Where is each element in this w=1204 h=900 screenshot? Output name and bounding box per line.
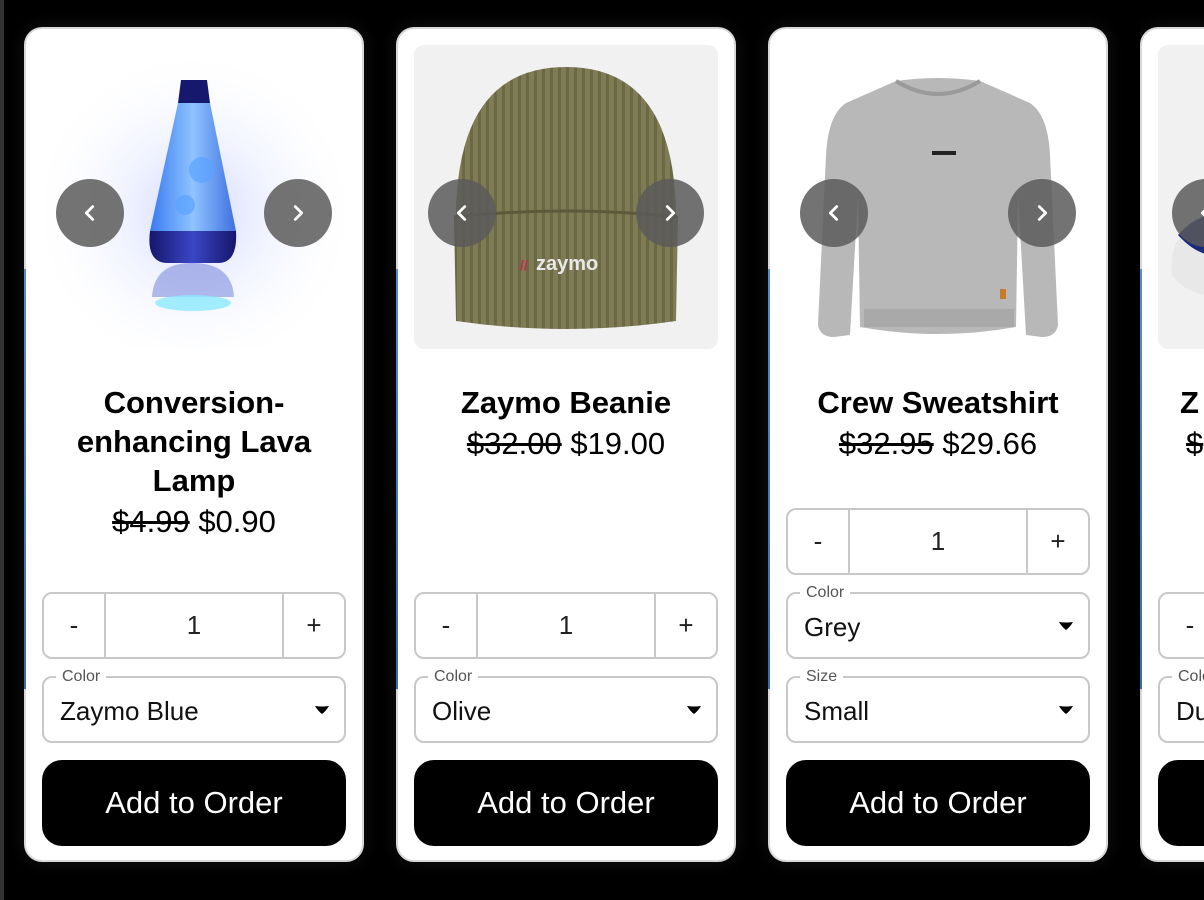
caret-down-icon [1059,622,1073,630]
color-select-value: Zaymo Blue [60,696,199,726]
beanie-logo-text: zaymo [536,253,598,275]
product-card-lava-lamp: Conversion-enhancing Lava Lamp $4.99 $0.… [24,27,364,862]
chevron-left-icon [84,205,95,221]
product-title: Crew Sweatshirt [817,385,1059,420]
svg-text://: // [520,257,528,273]
product-image-beanie: // zaymo [414,45,718,349]
caret-down-icon [687,706,701,714]
size-select-value: Small [804,696,870,726]
original-price: $4.99 [112,504,190,539]
caret-down-icon [1059,706,1073,714]
product-title: Z [1180,385,1199,420]
carousel-next-button[interactable] [264,179,332,247]
carousel-prev-button[interactable] [56,179,124,247]
sale-price: $19.00 [570,426,666,461]
original-price: $ [1186,426,1204,461]
color-select-label: Color [800,584,851,602]
size-select[interactable]: Size Small [786,668,1090,743]
quantity-value[interactable]: 1 [850,510,1026,573]
caret-down-icon [315,706,329,714]
color-select-label: Color [428,668,479,686]
add-to-order-button[interactable] [1158,760,1204,846]
color-select-value: Grey [804,612,861,642]
add-to-order-button[interactable]: Add to Order [414,760,718,846]
product-title: Conversion-enhancing Lava Lamp [76,385,312,498]
color-select[interactable]: Color Olive [414,668,718,743]
quantity-stepper: - 1 + [42,592,346,659]
quantity-value[interactable]: 1 [478,594,654,657]
carousel-prev-button[interactable] [428,179,496,247]
product-carousel: Conversion-enhancing Lava Lamp $4.99 $0.… [0,0,1204,900]
chevron-left-icon [456,205,467,221]
carousel-prev-button[interactable] [800,179,868,247]
add-to-order-button[interactable]: Add to Order [42,760,346,846]
color-select-label: Color [56,668,107,686]
product-price: $32.95 $29.66 [770,425,1106,463]
decrement-button[interactable]: - [788,510,850,573]
quantity-stepper: - [1158,592,1204,659]
product-card-partial: Z $ - Colo Du [1140,27,1204,862]
product-card-sweatshirt: Crew Sweatshirt $32.95 $29.66 - 1 + Colo… [768,27,1108,862]
chevron-right-icon [1037,205,1048,221]
color-select[interactable]: Color Grey [786,584,1090,659]
add-to-order-button[interactable]: Add to Order [786,760,1090,846]
decrement-button[interactable]: - [416,594,478,657]
product-image-sweatshirt [786,45,1090,349]
size-select-label: Size [800,668,844,686]
chevron-left-icon [1200,209,1204,217]
product-image-lava-lamp [42,45,346,349]
sale-price: $29.66 [942,426,1038,461]
product-price: $32.00 $19.00 [398,425,734,463]
color-select-value: Olive [432,696,492,726]
carousel-next-button[interactable] [1008,179,1076,247]
chevron-right-icon [665,205,676,221]
increment-button[interactable]: + [654,594,716,657]
product-title: Zaymo Beanie [460,385,672,420]
original-price: $32.00 [466,426,562,461]
color-select-value: Du [1176,696,1204,726]
color-select-label: Colo [1172,668,1204,686]
color-select[interactable]: Colo Du [1158,668,1204,743]
chevron-left-icon [828,205,839,221]
quantity-stepper: - 1 + [414,592,718,659]
quantity-stepper: - 1 + [786,508,1090,575]
product-image-partial [1158,45,1204,349]
card-clip: Z $ - Colo Du [1140,0,1204,900]
product-price: $4.99 $0.90 [26,503,362,541]
increment-button[interactable]: + [1026,510,1088,573]
decrement-button[interactable]: - [44,594,106,657]
chevron-right-icon [293,205,304,221]
quantity-value[interactable]: 1 [106,594,282,657]
product-card-beanie: // zaymo Zaymo Beanie $32.00 $19.00 - 1 … [396,27,736,862]
original-price: $32.95 [838,426,934,461]
increment-button[interactable]: + [282,594,344,657]
sale-price: $0.90 [198,504,276,539]
carousel-next-button[interactable] [636,179,704,247]
decrement-button[interactable]: - [1160,594,1204,657]
color-select[interactable]: Color Zaymo Blue [42,668,346,743]
